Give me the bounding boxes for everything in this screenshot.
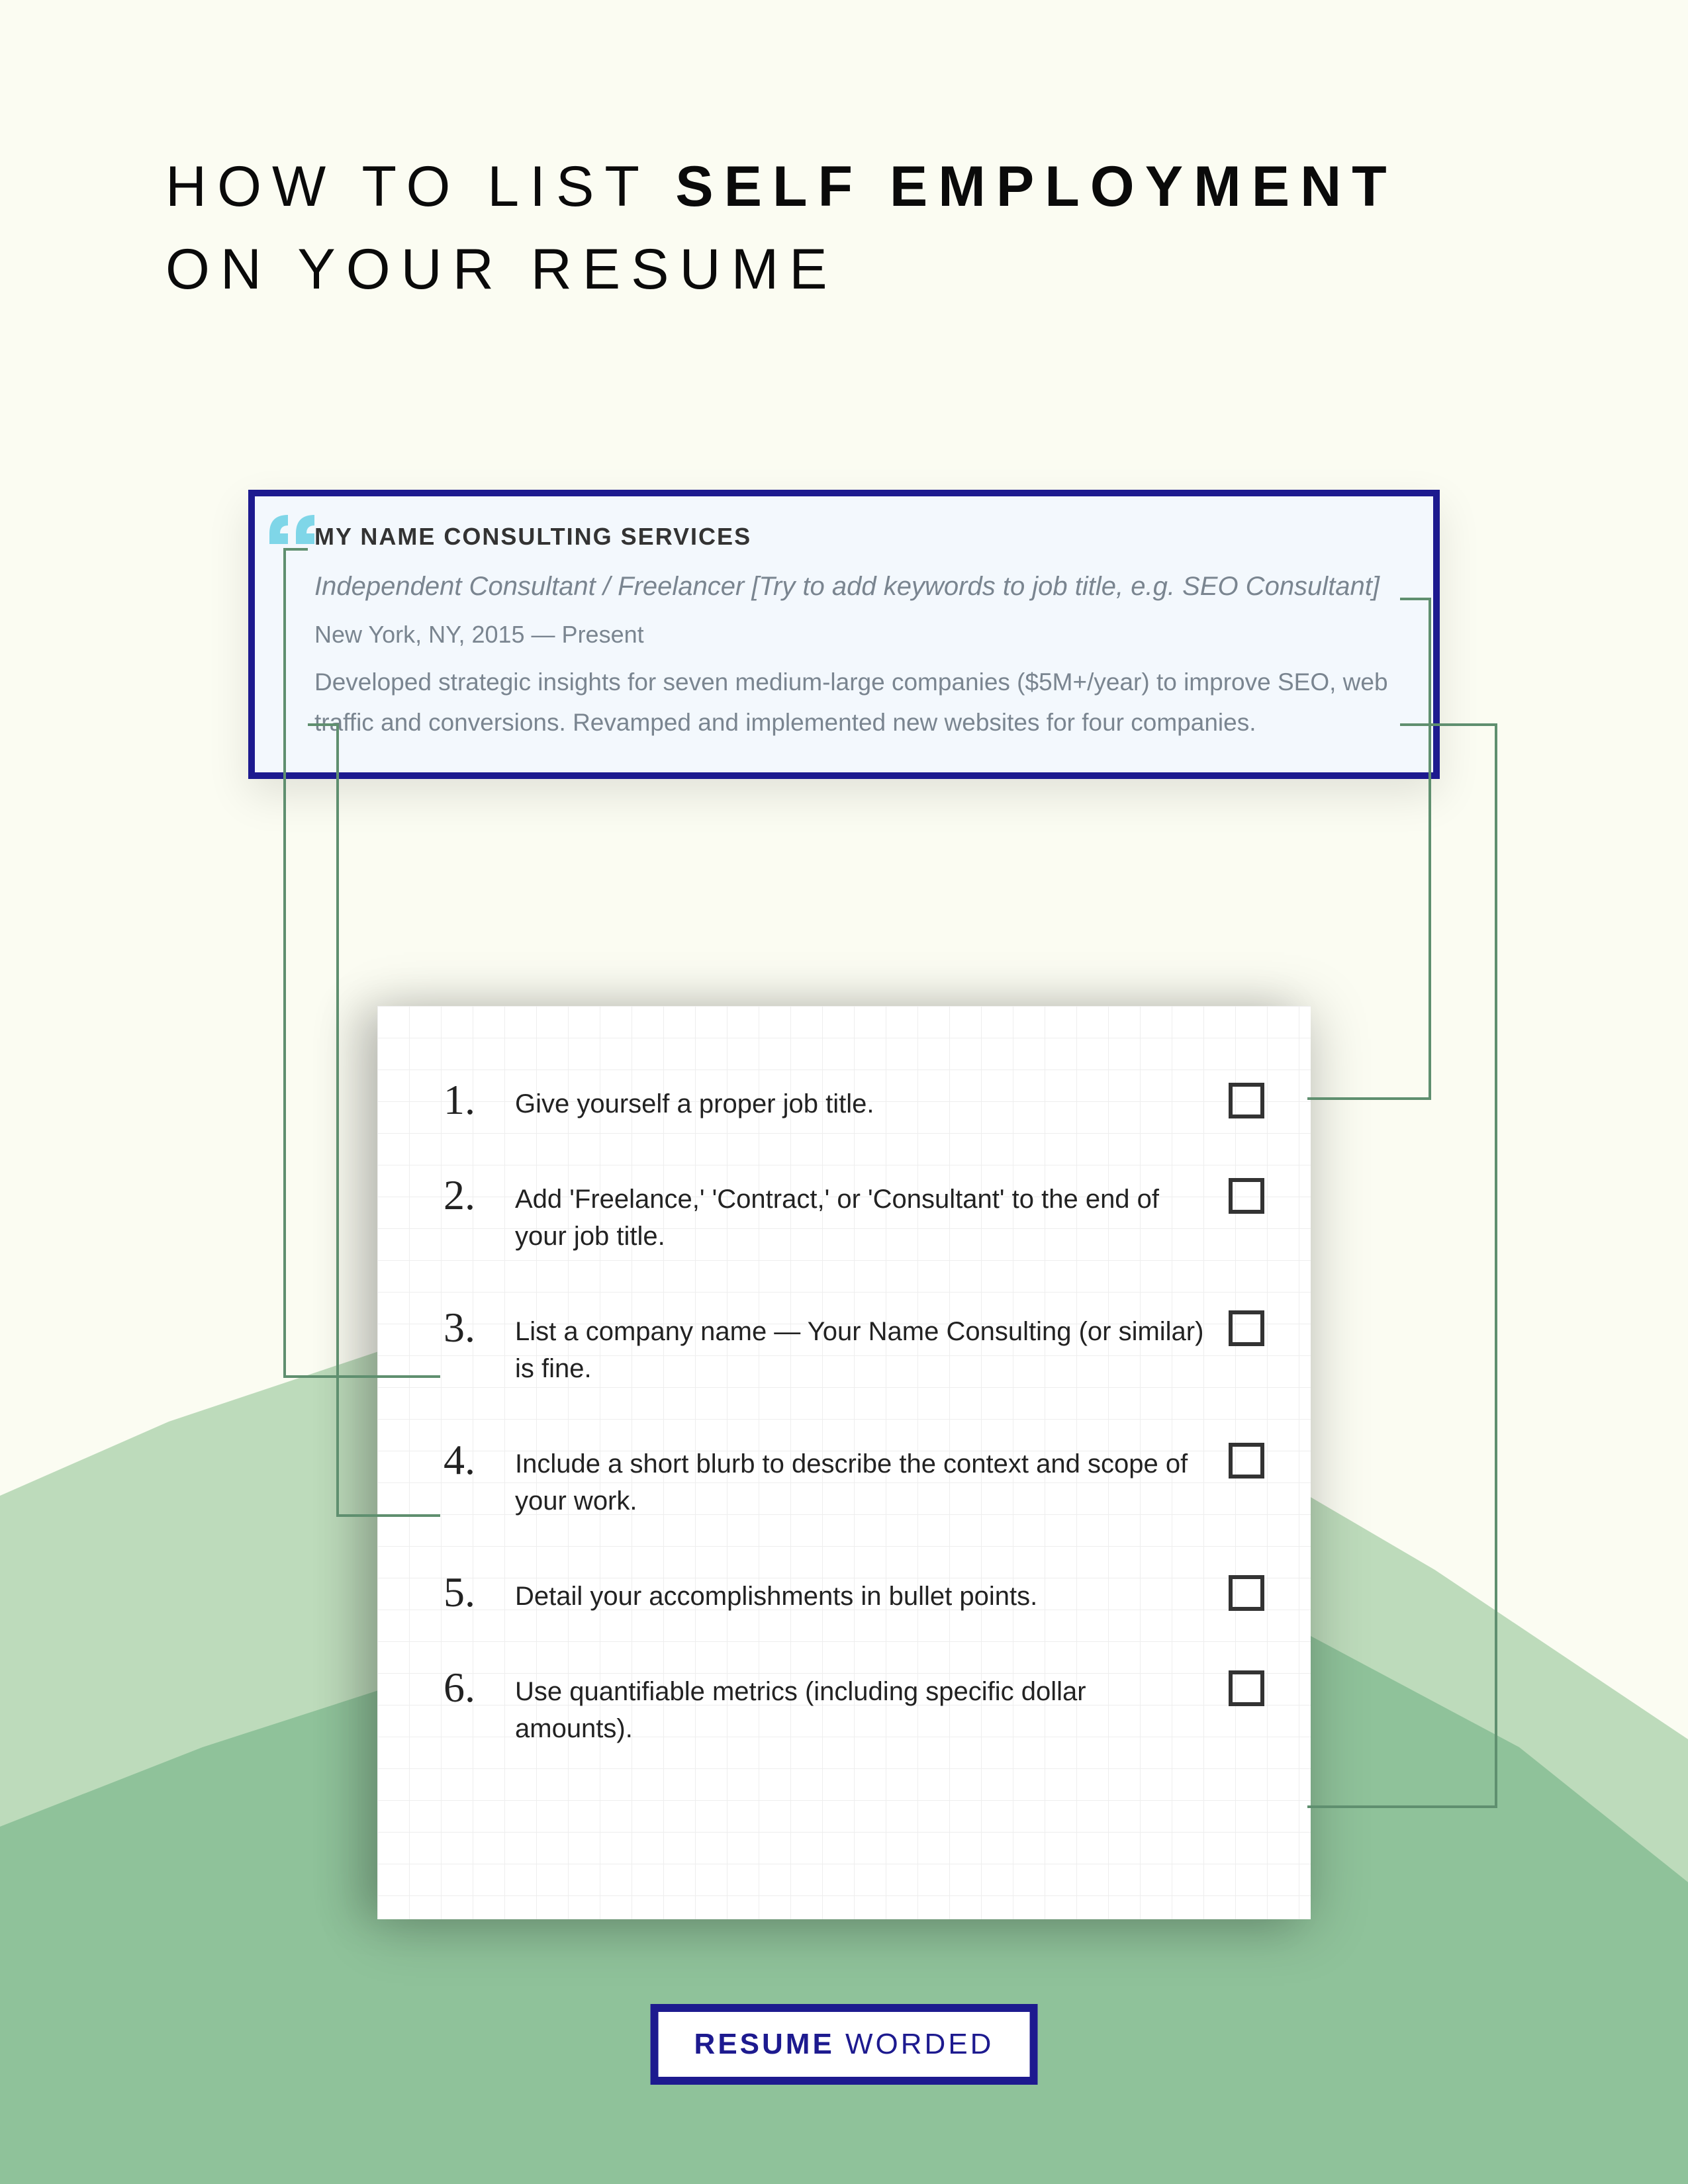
checkbox-icon: [1229, 1670, 1264, 1706]
title-bold: SELF EMPLOYMENT: [675, 155, 1397, 218]
item-number: 1.: [444, 1079, 496, 1121]
item-number: 5.: [444, 1571, 496, 1614]
checklist-item-1: 1. Give yourself a proper job title.: [444, 1079, 1264, 1122]
footer-logo: RESUME WORDED: [651, 2004, 1038, 2085]
checkbox-icon: [1229, 1575, 1264, 1611]
page-heading: HOW TO LIST SELF EMPLOYMENT ON YOUR RESU…: [165, 146, 1523, 310]
checklist-item-6: 6. Use quantifiable metrics (including s…: [444, 1666, 1264, 1747]
item-text: Give yourself a proper job title.: [515, 1079, 1264, 1122]
item-text: Use quantifiable metrics (including spec…: [515, 1666, 1264, 1747]
checklist-card: 1. Give yourself a proper job title. 2. …: [377, 1006, 1311, 1919]
title-post: ON YOUR RESUME: [165, 238, 838, 301]
example-card: MY NAME CONSULTING SERVICES Independent …: [248, 490, 1440, 779]
brand-bold: RESUME: [694, 2028, 835, 2060]
title-pre: HOW TO LIST: [165, 155, 675, 218]
example-body: Developed strategic insights for seven m…: [314, 662, 1397, 743]
page-title: HOW TO LIST SELF EMPLOYMENT ON YOUR RESU…: [165, 146, 1523, 310]
item-text: Detail your accomplishments in bullet po…: [515, 1571, 1264, 1615]
item-number: 6.: [444, 1666, 496, 1709]
item-number: 3.: [444, 1306, 496, 1349]
checkbox-icon: [1229, 1178, 1264, 1214]
checkbox-icon: [1229, 1083, 1264, 1118]
checklist-item-3: 3. List a company name — Your Name Consu…: [444, 1306, 1264, 1387]
checklist-item-5: 5. Detail your accomplishments in bullet…: [444, 1571, 1264, 1615]
checklist-item-4: 4. Include a short blurb to describe the…: [444, 1439, 1264, 1520]
item-text: Include a short blurb to describe the co…: [515, 1439, 1264, 1520]
example-job-title: Independent Consultant / Freelancer [Try…: [314, 565, 1397, 608]
item-number: 2.: [444, 1174, 496, 1216]
quote-icon: [267, 508, 320, 548]
brand-name: RESUME WORDED: [694, 2028, 994, 2060]
item-text: List a company name — Your Name Consulti…: [515, 1306, 1264, 1387]
example-location-date: New York, NY, 2015 — Present: [314, 621, 1397, 649]
brand-light: WORDED: [835, 2028, 994, 2060]
checklist-item-2: 2. Add 'Freelance,' 'Contract,' or 'Cons…: [444, 1174, 1264, 1255]
item-text: Add 'Freelance,' 'Contract,' or 'Consult…: [515, 1174, 1264, 1255]
checkbox-icon: [1229, 1310, 1264, 1346]
example-company: MY NAME CONSULTING SERVICES: [314, 523, 1397, 551]
checkbox-icon: [1229, 1443, 1264, 1479]
item-number: 4.: [444, 1439, 496, 1481]
